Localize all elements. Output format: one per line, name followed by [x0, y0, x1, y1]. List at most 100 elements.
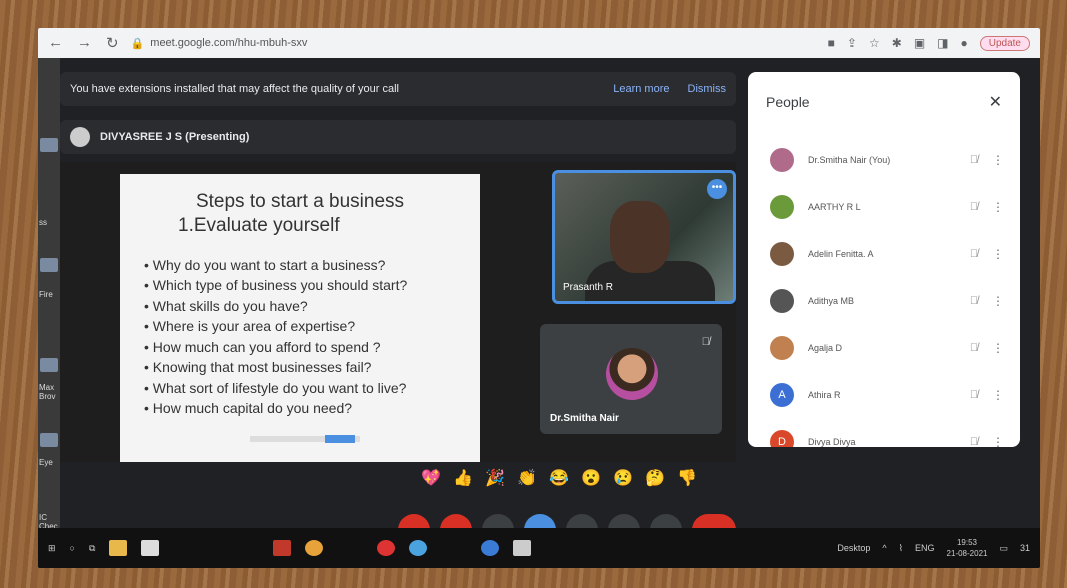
avatar	[770, 241, 794, 266]
browser-icon[interactable]	[409, 540, 428, 556]
desktop-label[interactable]: Desktop	[837, 543, 870, 553]
more-options-icon[interactable]: •••	[707, 179, 727, 199]
list-item[interactable]: Adelin Fenitta. A 🎙̸ ⋮	[748, 230, 1020, 277]
update-button[interactable]: Update	[979, 35, 1030, 51]
avatar	[770, 194, 794, 219]
sidebar-icon[interactable]: ◨	[937, 36, 948, 50]
app-icon[interactable]	[273, 540, 292, 556]
slide-title: Steps to start a business	[195, 191, 405, 212]
participant-name: AARTHY R L	[808, 201, 861, 212]
laugh-reaction-icon[interactable]: 😂	[546, 468, 572, 492]
more-vert-icon[interactable]: ⋮	[988, 435, 1008, 448]
chrome-icon[interactable]	[305, 540, 324, 556]
mic-off-icon: 🎙̸	[969, 341, 979, 354]
list-item[interactable]: Agalja D 🎙̸ ⋮	[748, 324, 1020, 371]
file-explorer-icon[interactable]	[109, 540, 128, 556]
more-vert-icon[interactable]: ⋮	[988, 341, 1008, 355]
forward-icon[interactable]: →	[77, 34, 92, 52]
avatar	[770, 335, 794, 360]
more-vert-icon[interactable]: ⋮	[988, 200, 1008, 214]
slide-subtitle: 1.Evaluate yourself	[178, 214, 340, 236]
reload-icon[interactable]: ↻	[106, 34, 119, 52]
slide-bullets: Why do you want to start a business? Whi…	[140, 255, 460, 419]
participant-tile-prasanth[interactable]: ••• Prasanth R	[552, 170, 736, 304]
more-vert-icon[interactable]: ⋮	[988, 153, 1008, 167]
system-tray: Desktop ^ ⌇ ENG 19:53 21-08-2021 ▭ 31	[837, 537, 1030, 559]
avatar	[770, 147, 794, 172]
clock[interactable]: 19:53 21-08-2021	[947, 537, 988, 559]
profile-icon[interactable]: ●	[961, 36, 968, 50]
desktop-label: Fire	[39, 290, 53, 299]
people-title: People	[766, 94, 810, 110]
list-item[interactable]: Dr.Smitha Nair (You) 🎙̸ ⋮	[748, 136, 1020, 183]
clap-reaction-icon[interactable]: 👏	[514, 468, 540, 492]
slide-bullet: Where is your area of expertise?	[144, 316, 460, 337]
zoom-icon[interactable]	[481, 540, 500, 556]
sad-reaction-icon[interactable]: 😢	[610, 468, 636, 492]
people-panel: People ✕ Dr.Smitha Nair (You) 🎙̸ ⋮ AARTH…	[748, 72, 1020, 447]
windows-start-icon[interactable]: ⊞	[48, 543, 56, 554]
task-view-icon[interactable]: ⧉	[89, 543, 95, 554]
share-notice-button[interactable]	[325, 435, 355, 443]
notification-badge: 31	[1019, 543, 1030, 553]
mic-off-icon: 🎙̸	[969, 388, 979, 401]
chevron-up-icon[interactable]: ^	[882, 543, 886, 553]
thumbs-down-reaction-icon[interactable]: 👎	[674, 468, 700, 492]
participant-face	[610, 201, 670, 273]
address-bar[interactable]: 🔒 meet.google.com/hhu-mbuh-sxv	[131, 37, 308, 50]
shared-slide: Steps to start a business 1.Evaluate you…	[120, 174, 480, 462]
monitor-screen: ← → ↻ 🔒 meet.google.com/hhu-mbuh-sxv ■ ⇪…	[38, 28, 1040, 568]
more-vert-icon[interactable]: ⋮	[988, 247, 1008, 261]
desktop-label: ss	[39, 218, 47, 227]
close-icon[interactable]: ✕	[989, 92, 1002, 112]
list-item[interactable]: Adithya MB 🎙̸ ⋮	[748, 277, 1020, 324]
search-icon[interactable]: ○	[70, 543, 75, 553]
avatar	[770, 288, 794, 313]
opera-icon[interactable]	[377, 540, 396, 556]
participant-list: Dr.Smitha Nair (You) 🎙̸ ⋮ AARTHY R L 🎙̸ …	[748, 136, 1020, 447]
star-icon[interactable]: ☆	[869, 36, 880, 50]
heart-reaction-icon[interactable]: 💖	[418, 468, 444, 492]
desktop-label: Max Brov	[39, 383, 56, 401]
share-icon[interactable]: ⇪	[847, 36, 857, 50]
mic-off-icon: 🎙̸	[969, 247, 979, 260]
thumbs-up-reaction-icon[interactable]: 👍	[450, 468, 476, 492]
extensions-warning-banner: You have extensions installed that may a…	[60, 72, 736, 106]
windows-taskbar: ⊞ ○ ⧉ Desktop ^ ⌇ ENG 19:53 21-08-2021 ▭…	[38, 528, 1040, 568]
desktop-app-icon[interactable]	[40, 358, 58, 372]
presenter-label: DIVYASREE J S (Presenting)	[100, 131, 250, 143]
more-vert-icon[interactable]: ⋮	[988, 294, 1008, 308]
list-item[interactable]: A Athira R 🎙̸ ⋮	[748, 371, 1020, 418]
slide-bullet: How much can you afford to spend ?	[144, 337, 460, 358]
presenter-avatar	[70, 127, 90, 147]
network-icon[interactable]: ⌇	[899, 543, 903, 554]
firefox-icon[interactable]	[40, 258, 58, 272]
extension-icon[interactable]: ✱	[892, 36, 902, 50]
party-reaction-icon[interactable]: 🎉	[482, 468, 508, 492]
tile-name: Dr.Smitha Nair	[550, 413, 619, 424]
desktop-app-icon[interactable]	[40, 138, 58, 152]
document-icon[interactable]	[141, 540, 160, 556]
surprised-reaction-icon[interactable]: 😮	[578, 468, 604, 492]
desktop-app-icon[interactable]	[40, 433, 58, 447]
participant-name: Athira R	[808, 389, 841, 400]
participant-name: Agalja D	[808, 342, 843, 353]
list-item[interactable]: AARTHY R L 🎙̸ ⋮	[748, 183, 1020, 230]
presenter-bar: DIVYASREE J S (Presenting)	[60, 120, 736, 154]
mic-off-icon: 🎙̸	[969, 200, 979, 213]
dismiss-button[interactable]: Dismiss	[688, 83, 727, 95]
mic-off-icon: 🎙̸	[701, 336, 710, 348]
participant-tile-smitha[interactable]: 🎙̸ Dr.Smitha Nair	[540, 324, 722, 434]
more-vert-icon[interactable]: ⋮	[988, 388, 1008, 402]
desktop-icons-strip: ss Fire Max Brov Eye IC Chec	[38, 58, 60, 531]
list-item[interactable]: D Divya Divya 🎙̸ ⋮	[748, 418, 1020, 447]
puzzle-icon[interactable]: ▣	[914, 36, 925, 50]
participant-name: Dr.Smitha Nair (You)	[808, 154, 891, 165]
window-icon[interactable]	[513, 540, 532, 556]
notification-icon[interactable]: ▭	[999, 543, 1008, 554]
back-icon[interactable]: ←	[48, 34, 63, 52]
camera-icon[interactable]: ■	[828, 36, 835, 50]
thinking-reaction-icon[interactable]: 🤔	[642, 468, 668, 492]
language-label[interactable]: ENG	[915, 543, 935, 553]
learn-more-link[interactable]: Learn more	[613, 83, 669, 95]
